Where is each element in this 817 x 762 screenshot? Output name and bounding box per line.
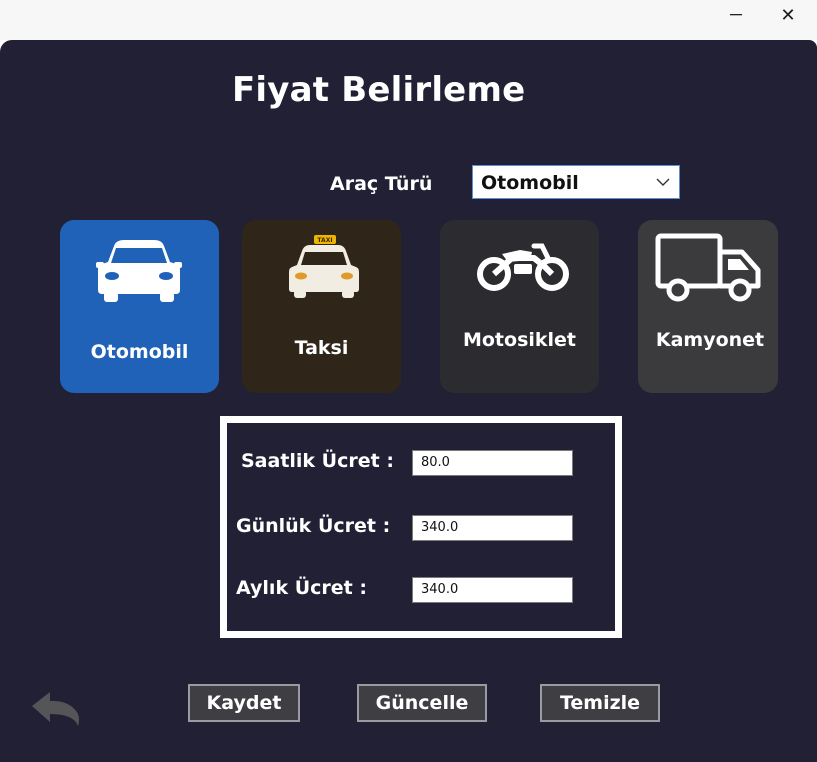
page-title: Fiyat Belirleme	[232, 70, 526, 110]
motorcycle-icon	[477, 243, 569, 291]
svg-text:TAXI: TAXI	[317, 237, 332, 244]
vehicle-card-otomobil[interactable]: Otomobil	[60, 220, 219, 393]
card-label-taksi: Taksi	[294, 337, 349, 359]
vehicle-card-kamyonet[interactable]: Kamyonet	[638, 220, 778, 393]
daily-fee-label: Günlük Ücret :	[236, 515, 391, 537]
minimize-icon[interactable]	[714, 2, 758, 28]
save-button[interactable]: Kaydet	[188, 684, 300, 722]
vehicle-card-taksi[interactable]: TAXI Taksi	[242, 220, 401, 393]
clear-button[interactable]: Temizle	[540, 684, 660, 722]
vehicle-type-selected-value: Otomobil	[481, 172, 579, 194]
vehicle-type-label: Araç Türü	[330, 173, 433, 195]
main-panel	[0, 40, 817, 762]
hourly-fee-label: Saatlik Ücret :	[241, 450, 394, 472]
daily-fee-input[interactable]: 340.0	[412, 515, 573, 541]
monthly-fee-label: Aylık Ücret :	[236, 577, 367, 599]
card-label-motosiklet: Motosiklet	[462, 329, 577, 351]
vehicle-type-select[interactable]: Otomobil	[472, 165, 680, 199]
vehicle-card-motosiklet[interactable]: Motosiklet	[440, 220, 599, 393]
monthly-fee-input[interactable]: 340.0	[412, 577, 573, 603]
card-label-kamyonet: Kamyonet	[655, 329, 765, 351]
chevron-down-icon	[656, 178, 670, 186]
card-label-otomobil: Otomobil	[90, 341, 189, 363]
car-icon	[96, 240, 182, 302]
window-titlebar: ✕	[0, 0, 817, 40]
back-arrow-icon[interactable]	[30, 688, 82, 728]
taxi-icon: TAXI	[289, 235, 359, 298]
update-button[interactable]: Güncelle	[357, 684, 487, 722]
hourly-fee-input[interactable]: 80.0	[412, 450, 573, 476]
truck-icon	[655, 233, 761, 302]
close-icon[interactable]: ✕	[766, 2, 810, 28]
